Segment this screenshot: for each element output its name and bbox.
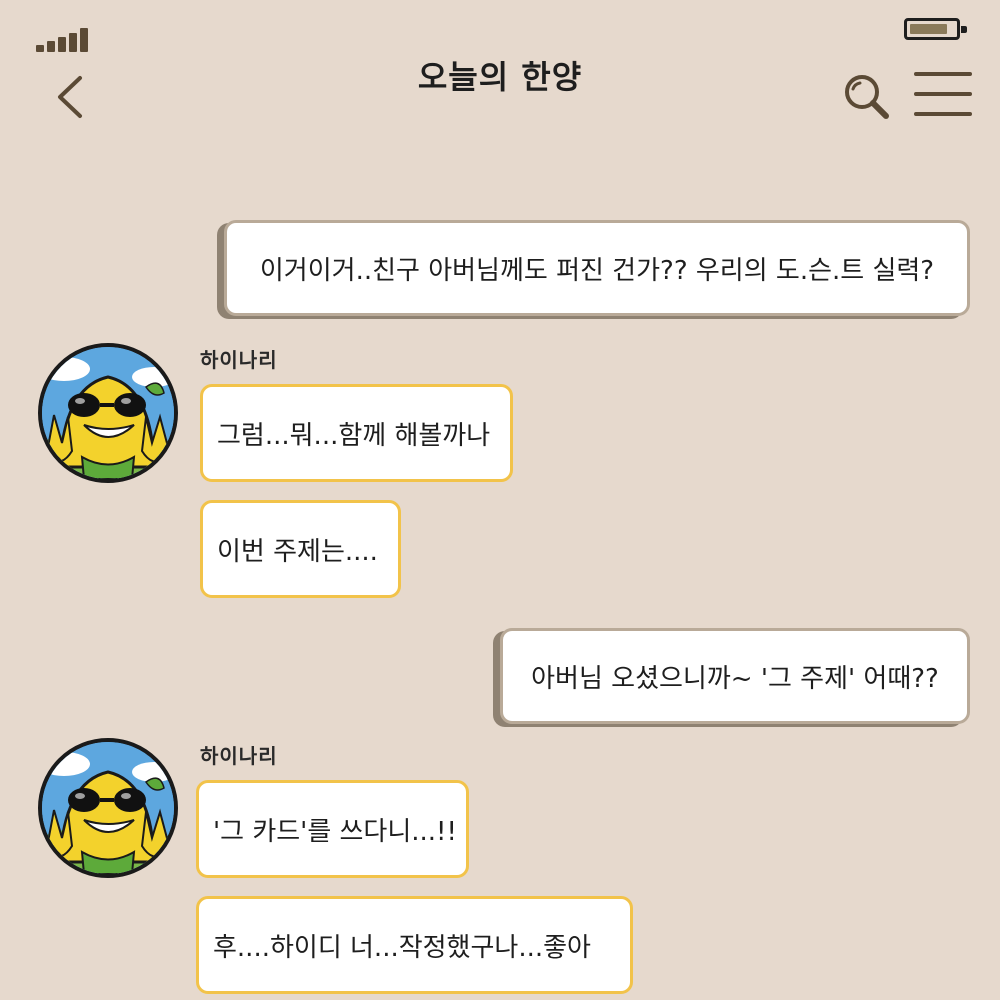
message-bubble-outgoing[interactable]: 이거이거..친구 아버님께도 퍼진 건가?? 우리의 도.슨.트 실력? [224,220,970,316]
battery-icon [904,18,967,40]
search-button[interactable] [842,72,890,120]
avatar[interactable] [38,343,178,483]
signal-bars-icon [36,26,88,52]
sender-name: 하이나리 [200,744,278,768]
avatar[interactable] [38,738,178,878]
message-text: 후....하이디 너...작정했구나...좋아 [213,932,591,963]
character-avatar-icon [42,742,174,874]
character-avatar-icon [42,347,174,479]
message-bubble-incoming[interactable]: '그 카드'를 쓰다니...!! [196,780,469,878]
message-bubble-incoming[interactable]: 이번 주제는.... [200,500,401,598]
sender-name: 하이나리 [200,348,278,372]
chat-screen: 오늘의 한양 이거이거..친구 아버님께도 퍼진 건가?? 우리의 도.슨.트 … [0,0,1000,1000]
menu-button[interactable] [914,72,974,118]
message-text: 이번 주제는.... [217,536,378,567]
battery-level [910,24,947,34]
message-text: 아버님 오셨으니까~ '그 주제' 어때?? [531,663,939,694]
message-bubble-incoming[interactable]: 후....하이디 너...작정했구나...좋아 [196,896,633,994]
message-bubble-incoming[interactable]: 그럼...뭐...함께 해볼까나 [200,384,513,482]
message-text: 이거이거..친구 아버님께도 퍼진 건가?? 우리의 도.슨.트 실력? [259,255,935,286]
message-text: 그럼...뭐...함께 해볼까나 [217,420,491,451]
message-text: '그 카드'를 쓰다니...!! [213,816,457,847]
message-bubble-outgoing[interactable]: 아버님 오셨으니까~ '그 주제' 어때?? [500,628,970,724]
search-icon [845,75,889,119]
